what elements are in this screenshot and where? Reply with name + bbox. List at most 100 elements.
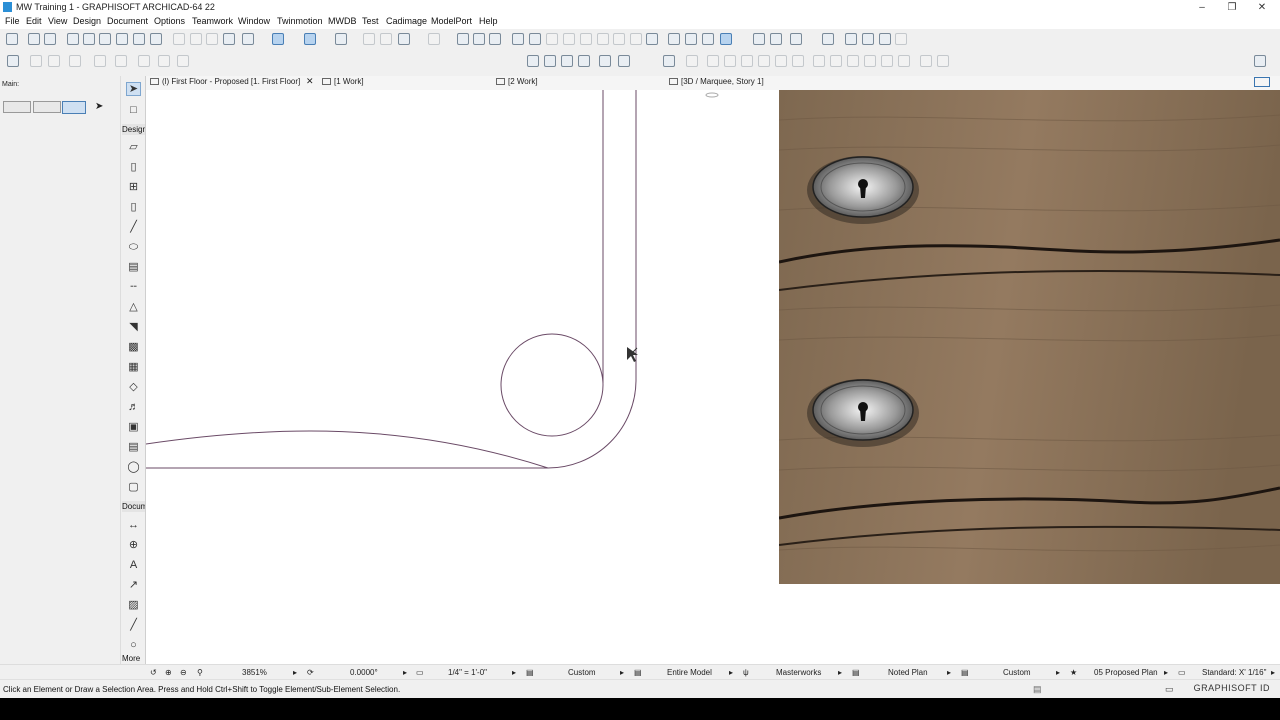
toolbar-icon-c[interactable]	[702, 33, 714, 45]
mesh-icon[interactable]	[599, 55, 611, 67]
zone-icon[interactable]	[618, 55, 630, 67]
stair-object-tool-icon[interactable]: ▤	[127, 441, 140, 453]
layer-combo-value[interactable]: Custom	[568, 668, 596, 677]
rotate-icon[interactable]	[613, 33, 625, 45]
label-icon[interactable]	[663, 55, 675, 67]
view-icon-b[interactable]	[707, 55, 719, 67]
inject-icon[interactable]	[150, 33, 162, 45]
mesh-tool-icon[interactable]: ▩	[127, 341, 140, 353]
grid-snap-icon[interactable]	[335, 33, 347, 45]
pick-icon[interactable]	[133, 33, 145, 45]
fill-tool-icon[interactable]: ▨	[127, 599, 140, 611]
merge-icon[interactable]	[94, 55, 106, 67]
text-align-icon-f[interactable]	[898, 55, 910, 67]
distribute-icon[interactable]	[48, 55, 60, 67]
railing-icon[interactable]	[544, 55, 556, 67]
text-align-icon-b[interactable]	[830, 55, 842, 67]
elevate-icon[interactable]	[646, 33, 658, 45]
text-tool-icon[interactable]: A	[127, 559, 140, 571]
layers-icon[interactable]	[223, 33, 235, 45]
beam-tool-icon[interactable]: ╱	[127, 221, 140, 233]
door-tool-icon[interactable]: ▯	[127, 161, 140, 173]
fit-zoom-icon[interactable]: ⚲	[197, 668, 203, 677]
modelport-icon[interactable]	[879, 33, 891, 45]
select-icon[interactable]	[67, 33, 79, 45]
text-align-icon-d[interactable]	[864, 55, 876, 67]
scale-dropdown-icon[interactable]: ▸	[512, 668, 516, 677]
stair-icon[interactable]	[527, 55, 539, 67]
curtain-icon[interactable]	[177, 55, 189, 67]
scale-value[interactable]: 1/4" = 1'-0"	[448, 668, 487, 677]
railing-tool-icon[interactable]: ╌	[127, 281, 140, 293]
shell-icon[interactable]	[578, 55, 590, 67]
solid-ops-icon[interactable]	[158, 55, 170, 67]
camera-tool-icon[interactable]: ▢	[127, 481, 140, 493]
morph-tool-icon[interactable]: ◇	[127, 381, 140, 393]
publish-icon[interactable]	[770, 33, 782, 45]
tab-overview-icon[interactable]	[1254, 77, 1270, 87]
undo-zoom-icon[interactable]: ↺	[150, 668, 157, 677]
menu-edit[interactable]: Edit	[26, 16, 42, 26]
adjust-icon[interactable]	[206, 33, 218, 45]
angle-value[interactable]: 0.0000°	[350, 668, 378, 677]
undo-icon[interactable]	[28, 33, 40, 45]
zoom-icon[interactable]	[83, 33, 95, 45]
pan-icon[interactable]	[6, 33, 18, 45]
text-align-icon-a[interactable]	[813, 55, 825, 67]
toolbar-icon-a[interactable]	[668, 33, 680, 45]
menu-options[interactable]: Options	[154, 16, 185, 26]
menu-cadimage[interactable]: Cadimage	[386, 16, 427, 26]
favorites-icon[interactable]	[753, 33, 765, 45]
angle-dropdown-icon[interactable]: ▸	[403, 668, 407, 677]
dimension-dropdown-icon[interactable]: ▸	[1271, 668, 1275, 677]
redo-icon[interactable]	[44, 33, 56, 45]
dimension-tool-icon[interactable]: ↔	[127, 519, 140, 531]
menu-mwdb[interactable]: MWDB	[328, 16, 357, 26]
dimension-value[interactable]: Standard: X' 1/16"	[1202, 668, 1266, 677]
find-icon[interactable]	[529, 33, 541, 45]
bim-icon[interactable]	[895, 33, 907, 45]
wall-tool-icon[interactable]: ▱	[127, 141, 140, 153]
group-icon[interactable]	[398, 33, 410, 45]
view-icon-f[interactable]	[775, 55, 787, 67]
menu-window[interactable]: Window	[238, 16, 270, 26]
guide-icon[interactable]	[242, 33, 254, 45]
model-view-dropdown-icon[interactable]: ▸	[729, 668, 733, 677]
snap-icon[interactable]	[272, 33, 284, 45]
rotate-mode-icon[interactable]	[62, 101, 86, 114]
pen-set-value[interactable]: Masterworks	[776, 668, 821, 677]
view-icon-e[interactable]	[758, 55, 770, 67]
graphic-override-value[interactable]: Noted Plan	[888, 668, 928, 677]
label-tool-icon[interactable]: ↗	[127, 579, 140, 591]
info-box-selector-a[interactable]	[3, 101, 31, 113]
curtain-wall-tool-icon[interactable]: ▦	[127, 361, 140, 373]
fillet-icon[interactable]	[546, 33, 558, 45]
navigator-icon[interactable]	[1254, 55, 1266, 67]
mirror-icon[interactable]	[630, 33, 642, 45]
tab-first-floor[interactable]: (l) First Floor - Proposed [1. First Flo…	[150, 77, 300, 86]
zoom-in-icon[interactable]: ⊕	[165, 668, 172, 677]
circle-tool-icon[interactable]: ○	[127, 639, 140, 651]
trim-icon[interactable]	[173, 33, 185, 45]
lock-icon[interactable]	[428, 33, 440, 45]
menu-test[interactable]: Test	[362, 16, 379, 26]
object-tool-icon[interactable]: ♬	[127, 401, 140, 413]
cadimage-icon[interactable]	[862, 33, 874, 45]
window-tool-icon[interactable]: ⊞	[127, 181, 140, 193]
tab-2-work[interactable]: [2 Work]	[496, 77, 538, 86]
view-icon-c[interactable]	[724, 55, 736, 67]
morph-icon[interactable]	[561, 55, 573, 67]
layer-combo-dropdown-icon[interactable]: ▸	[620, 668, 624, 677]
more-tools-button[interactable]: More	[122, 653, 145, 664]
close-button[interactable]: ✕	[1247, 0, 1277, 15]
arrow-tool-icon[interactable]: ➤	[126, 82, 141, 96]
slab-tool-icon[interactable]: ⬭	[127, 241, 140, 253]
text-align-icon-h[interactable]	[937, 55, 949, 67]
maximize-button[interactable]: ❐	[1217, 0, 1247, 15]
measure-icon[interactable]	[99, 33, 111, 45]
align-icon[interactable]	[30, 55, 42, 67]
menu-view[interactable]: View	[48, 16, 67, 26]
subtract-icon[interactable]	[138, 55, 150, 67]
close-tab-icon[interactable]: ✕	[306, 76, 314, 87]
marquee-tool-icon[interactable]: □	[127, 104, 140, 116]
